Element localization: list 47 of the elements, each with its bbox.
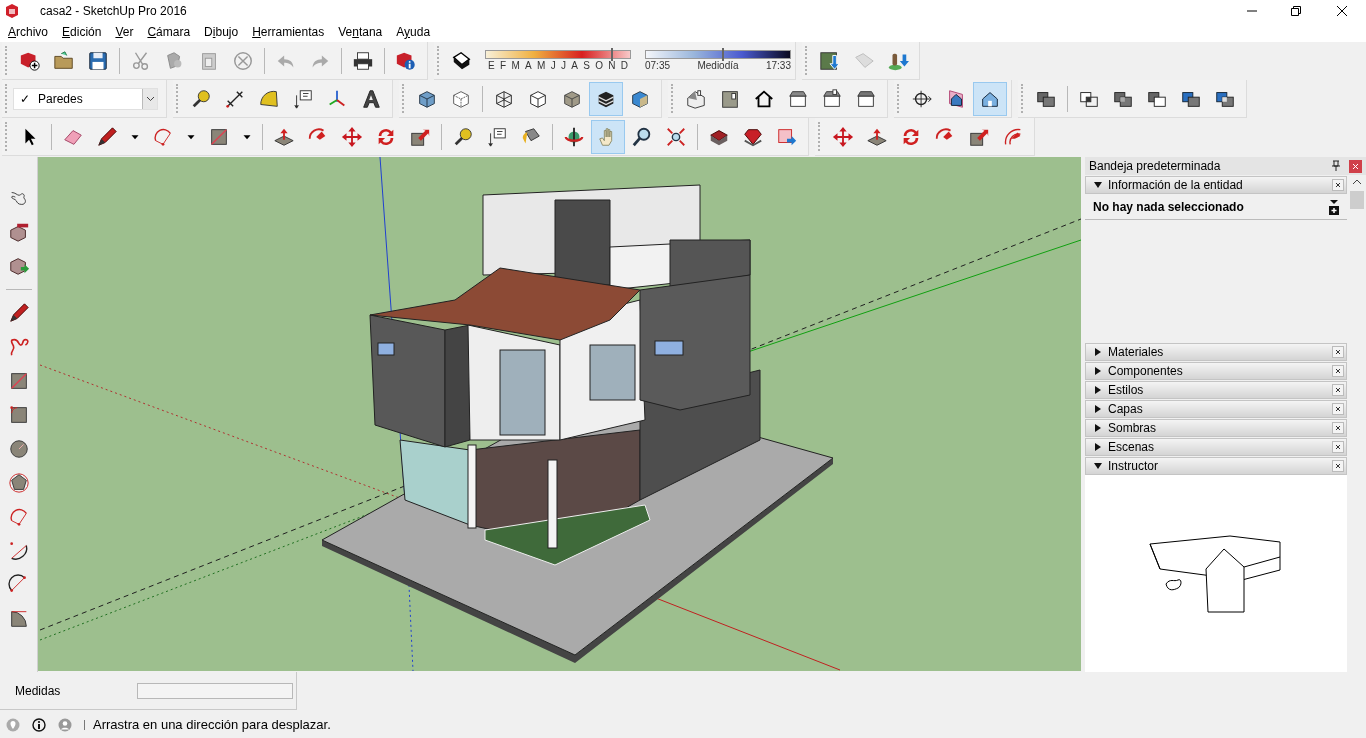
month-label: S: [583, 59, 590, 72]
month-label: D: [620, 59, 628, 72]
panel-header[interactable]: Sombras: [1085, 419, 1347, 437]
layer-dropdown[interactable]: ✓ Paredes: [13, 87, 158, 110]
month-label: J: [560, 59, 566, 72]
menu-item[interactable]: Ver: [111, 23, 138, 41]
panel-title: Información de la entidad: [1108, 177, 1244, 194]
panel-title: Estilos: [1108, 382, 1145, 399]
panel-header[interactable]: Materiales: [1085, 343, 1347, 361]
menu-item[interactable]: Herramientas: [248, 23, 329, 41]
time-label: Mediodía: [697, 59, 739, 72]
selection-status: No hay nada seleccionado: [1093, 198, 1245, 216]
panel-title: Escenas: [1108, 439, 1156, 456]
month-label: M: [511, 59, 520, 72]
menu-item[interactable]: Cámara: [143, 23, 195, 41]
panel-header[interactable]: Instructor: [1085, 457, 1347, 475]
panel-header[interactable]: Estilos: [1085, 381, 1347, 399]
window-title: casa2 - SketchUp Pro 2016: [40, 3, 187, 20]
panel-title: Instructor: [1108, 458, 1159, 475]
month-label: A: [525, 59, 532, 72]
panel-title: Componentes: [1108, 363, 1184, 380]
menu-item[interactable]: Dibujo: [200, 23, 243, 41]
month-label: F: [499, 59, 507, 72]
panel-title: Materiales: [1108, 344, 1165, 361]
month-label: E: [488, 59, 495, 72]
month-label: N: [608, 59, 616, 72]
menu-item[interactable]: Archivo: [4, 23, 53, 41]
time-label: 07:35: [645, 59, 671, 72]
month-label: A: [571, 59, 578, 72]
month-label: J: [550, 59, 556, 72]
month-label: O: [595, 59, 603, 72]
panel-header[interactable]: Información de la entidad: [1085, 176, 1347, 194]
check-mark: ✓: [20, 90, 31, 108]
month-label: M: [537, 59, 546, 72]
menu-item[interactable]: Edición: [58, 23, 106, 41]
layer-name: Paredes: [38, 90, 84, 108]
tray-title: Bandeja predeterminada: [1089, 158, 1222, 175]
status-message: Arrastra en una dirección para desplazar.: [93, 716, 331, 735]
panel-title: Sombras: [1108, 420, 1158, 437]
menu-item[interactable]: Ventana: [334, 23, 387, 41]
panel-header[interactable]: Componentes: [1085, 362, 1347, 380]
panel-title: Capas: [1108, 401, 1144, 418]
menu-item[interactable]: Ayuda: [392, 23, 435, 41]
panel-header[interactable]: Capas: [1085, 400, 1347, 418]
time-label: 17:33: [765, 59, 791, 72]
measurements-label: Medidas: [15, 682, 62, 700]
panel-header[interactable]: Escenas: [1085, 438, 1347, 456]
